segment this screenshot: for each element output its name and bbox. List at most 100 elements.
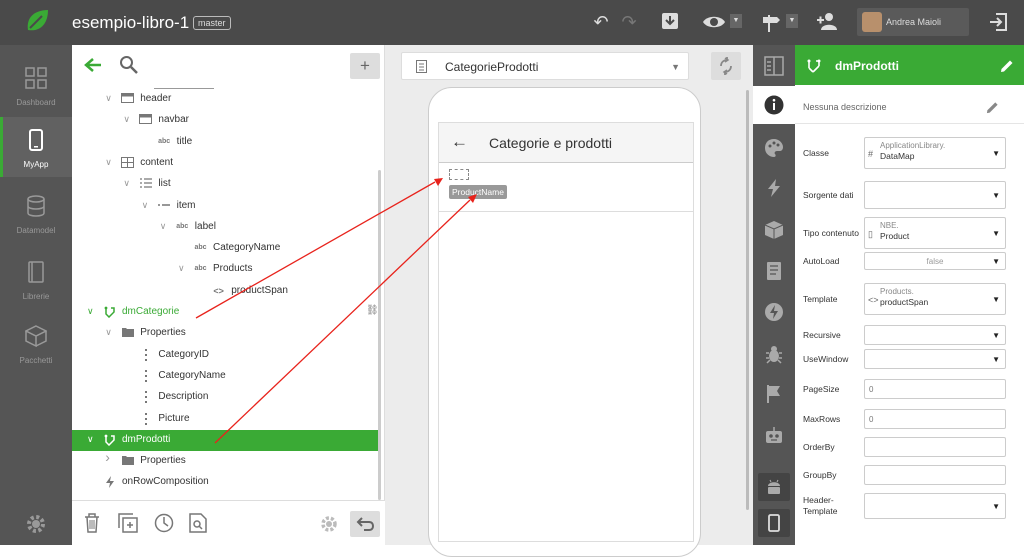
tree-item[interactable]: ∨ navbar	[72, 110, 380, 131]
property-label: GroupBy	[803, 469, 837, 480]
project-name[interactable]: esempio-libro-1	[72, 13, 189, 33]
tree-expand-icon[interactable]: ∨	[123, 114, 133, 124]
datamap-icon	[103, 306, 116, 319]
tree-item[interactable]: ∨ header	[72, 89, 380, 110]
code-icon: <>	[213, 285, 224, 296]
property-select[interactable]: ▼	[864, 493, 1006, 519]
android-icon	[768, 479, 780, 494]
property-select[interactable]: ▯ NBE. Product ▼	[864, 217, 1006, 249]
property-select[interactable]: false ▼	[864, 252, 1006, 270]
nav-librerie[interactable]: Librerie	[0, 249, 72, 309]
nav-pacchetti[interactable]: Pacchetti	[0, 313, 72, 373]
undo-icon[interactable]: ↶	[589, 10, 613, 34]
tree-item[interactable]: abc title	[72, 132, 380, 153]
duplicate-icon[interactable]	[118, 513, 138, 533]
tree-expand-icon[interactable]: ∨	[142, 200, 152, 210]
tab-info[interactable]	[753, 86, 795, 124]
back-arrow-icon[interactable]	[84, 57, 102, 73]
tree-item[interactable]: Description	[72, 387, 380, 408]
tree-item[interactable]: abc CategoryName	[72, 238, 380, 259]
deploy-dropdown-icon[interactable]: ▼	[786, 14, 798, 28]
nav-dashboard[interactable]: Dashboard	[0, 55, 72, 115]
search-icon[interactable]	[119, 55, 138, 74]
nav-datamodel[interactable]: Datamodel	[0, 183, 72, 243]
description-text[interactable]: Nessuna descrizione	[803, 102, 887, 112]
tree-item[interactable]: CategoryID	[72, 345, 380, 366]
tree-expand-icon[interactable]: ∨	[87, 306, 97, 316]
property-select[interactable]: <> Products. productSpan ▼	[864, 283, 1006, 315]
preview-eye-icon[interactable]	[702, 14, 726, 30]
redo-icon[interactable]: ↷	[617, 10, 641, 34]
tree-item[interactable]: ∨ abc label	[72, 217, 380, 238]
link-icon[interactable]: ⛓	[366, 305, 379, 316]
signpost-icon[interactable]	[760, 13, 782, 33]
tree-item[interactable]: ∨ dmProdotti	[72, 429, 380, 451]
tree-expand-icon[interactable]: ∨	[160, 221, 170, 231]
tree-expand-icon[interactable]: ∨	[105, 157, 115, 167]
tree-expand-icon[interactable]: ›	[105, 450, 115, 464]
tree-item[interactable]: CategoryName	[72, 366, 380, 387]
tree-item[interactable]: ∨ abc Products	[72, 259, 380, 280]
nav-myapp[interactable]: MyApp	[0, 117, 72, 177]
logout-icon[interactable]	[988, 12, 1008, 32]
tab-package[interactable]	[753, 211, 795, 249]
tab-test[interactable]	[753, 417, 795, 455]
user-menu[interactable]: Andrea Maioli	[857, 8, 969, 36]
tree-scrollbar[interactable]	[378, 170, 381, 500]
screen-back-arrow-icon[interactable]: ←	[451, 132, 468, 152]
tab-events[interactable]	[753, 169, 795, 207]
tree-item[interactable]: Picture	[72, 409, 380, 430]
settings-gear-icon[interactable]	[25, 513, 47, 535]
tab-performance[interactable]	[753, 293, 795, 331]
tree-item[interactable]: ∨ dmCategorie ⛓	[72, 302, 380, 323]
tree-item[interactable]: ∨ list	[72, 174, 380, 195]
property-select[interactable]: ▼	[864, 349, 1006, 369]
tab-debug[interactable]	[753, 335, 795, 373]
inspect-doc-icon[interactable]	[189, 513, 207, 533]
property-input[interactable]: 0	[864, 409, 1006, 429]
app-logo-icon[interactable]	[22, 6, 52, 36]
tree-item[interactable]: › Properties	[72, 450, 380, 472]
tab-docs[interactable]	[753, 252, 795, 290]
tree-item[interactable]: ∨ content	[72, 153, 380, 174]
tree-expand-icon[interactable]: ∨	[178, 263, 188, 273]
return-button[interactable]	[350, 511, 380, 537]
tree-expand-icon[interactable]: ∨	[105, 93, 115, 103]
add-user-icon[interactable]	[816, 11, 838, 31]
preview-scrollbar[interactable]	[746, 90, 749, 510]
tree-expand-icon[interactable]: ∨	[123, 178, 133, 188]
add-element-button[interactable]: +	[350, 53, 380, 79]
branch-badge[interactable]: master	[193, 16, 231, 30]
property-select[interactable]: ▼	[864, 325, 1006, 345]
property-input[interactable]	[864, 437, 1006, 457]
description-edit-icon[interactable]	[986, 101, 999, 114]
tree-item[interactable]: onRowComposition	[72, 472, 380, 493]
property-select[interactable]: # ApplicationLibrary. DataMap ▼	[864, 137, 1006, 169]
chevron-down-icon: ▼	[992, 257, 1000, 266]
preview-dropdown-icon[interactable]: ▼	[730, 14, 742, 28]
tree-item[interactable]: ∨ Properties	[72, 323, 380, 344]
tree-item[interactable]: ∨ item	[72, 196, 380, 217]
tree-item[interactable]: <> productSpan	[72, 281, 380, 302]
tab-collapse[interactable]	[753, 47, 795, 85]
tab-style[interactable]	[753, 129, 795, 167]
tree-expand-icon[interactable]: ∨	[105, 327, 115, 337]
history-clock-icon[interactable]	[154, 513, 174, 533]
save-download-icon[interactable]	[661, 12, 679, 30]
trash-icon[interactable]	[84, 513, 100, 533]
tree-item-label: navbar	[158, 114, 189, 126]
tree-settings-icon[interactable]	[320, 515, 338, 533]
property-input[interactable]	[864, 465, 1006, 485]
tree-expand-icon[interactable]: ∨	[87, 434, 97, 444]
android-button[interactable]	[758, 473, 790, 501]
refresh-button[interactable]	[711, 52, 741, 80]
property-select[interactable]: ▼	[864, 181, 1006, 209]
product-name-chip[interactable]: ProductName	[449, 185, 507, 199]
tab-flags[interactable]	[753, 375, 795, 413]
phone-device-button[interactable]	[758, 509, 790, 537]
property-input[interactable]: 0	[864, 379, 1006, 399]
item-icon	[158, 200, 171, 212]
empty-category-placeholder[interactable]	[449, 169, 469, 180]
edit-pencil-icon[interactable]	[1000, 59, 1014, 73]
view-selector[interactable]: CategorieProdotti ▼	[401, 52, 689, 80]
